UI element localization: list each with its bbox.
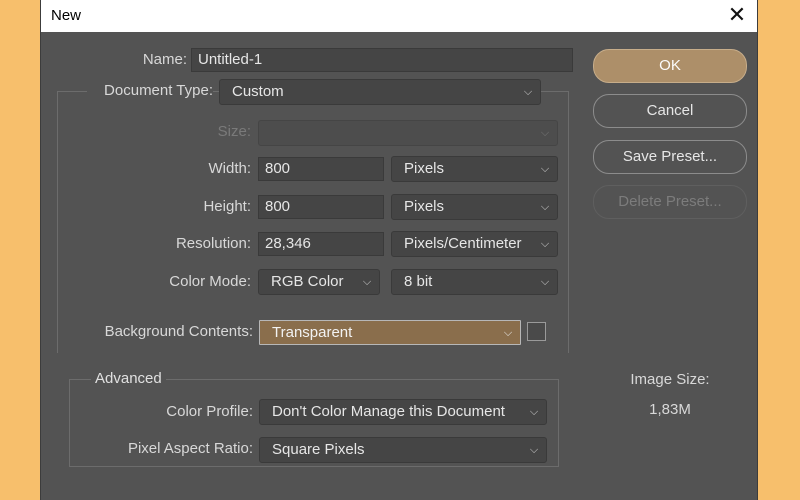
color-profile-label: Color Profile: [166, 403, 253, 420]
width-unit-value: Pixels [404, 160, 445, 177]
chevron-down-icon: ⌵ [529, 444, 539, 456]
pixel-aspect-ratio-select[interactable]: Square Pixels ⌵ [259, 437, 547, 463]
close-icon[interactable]: ✕ [725, 3, 749, 27]
bit-depth-select[interactable]: 8 bit ⌵ [391, 269, 558, 295]
color-profile-value: Don't Color Manage this Document [272, 403, 505, 420]
image-size-value: 1,83M [649, 401, 691, 418]
chevron-down-icon: ⌵ [529, 406, 539, 418]
chevron-down-icon: ⌵ [362, 276, 372, 288]
new-document-dialog: New ✕ Name: Untitled-1 Document Type: Cu… [40, 0, 758, 500]
background-color-swatch[interactable] [527, 322, 546, 341]
size-label: Size: [217, 123, 251, 140]
width-label: Width: [208, 160, 251, 177]
save-preset-button[interactable]: Save Preset... [593, 140, 747, 174]
name-input[interactable]: Untitled-1 [191, 48, 573, 72]
document-type-label: Document Type: [87, 79, 213, 103]
color-mode-label: Color Mode: [169, 273, 251, 290]
pixel-aspect-ratio-label: Pixel Aspect Ratio: [127, 440, 253, 457]
pixel-aspect-ratio-value: Square Pixels [272, 441, 365, 458]
name-label: Name: [142, 51, 187, 68]
chevron-down-icon: ⌵ [503, 327, 513, 339]
background-contents-select[interactable]: Transparent ⌵ [259, 320, 521, 345]
height-unit-value: Pixels [404, 198, 445, 215]
size-select: ⌵ [258, 120, 558, 146]
color-mode-select[interactable]: RGB Color ⌵ [258, 269, 380, 295]
title-bar: New ✕ [41, 0, 757, 32]
width-input[interactable]: 800 [258, 157, 384, 181]
document-type-select[interactable]: Custom ⌵ [219, 79, 541, 105]
background-contents-value: Transparent [272, 324, 353, 341]
color-mode-value: RGB Color [271, 273, 344, 290]
height-label: Height: [203, 198, 251, 215]
resolution-unit-value: Pixels/Centimeter [404, 235, 522, 252]
dialog-title: New [51, 7, 82, 24]
color-profile-select[interactable]: Don't Color Manage this Document ⌵ [259, 399, 547, 425]
height-input[interactable]: 800 [258, 195, 384, 219]
chevron-down-icon: ⌵ [540, 276, 550, 288]
document-type-value: Custom [232, 83, 284, 100]
background-contents-label: Background Contents: [71, 320, 253, 344]
chevron-down-icon: ⌵ [523, 86, 533, 98]
chevron-down-icon: ⌵ [540, 201, 550, 213]
advanced-title: Advanced [91, 370, 166, 387]
image-size-label: Image Size: [630, 371, 710, 388]
resolution-unit-select[interactable]: Pixels/Centimeter ⌵ [391, 231, 558, 257]
chevron-down-icon: ⌵ [540, 238, 550, 250]
chevron-down-icon: ⌵ [540, 127, 550, 139]
width-unit-select[interactable]: Pixels ⌵ [391, 156, 558, 182]
cancel-button[interactable]: Cancel [593, 94, 747, 128]
height-unit-select[interactable]: Pixels ⌵ [391, 194, 558, 220]
resolution-input[interactable]: 28,346 [258, 232, 384, 256]
delete-preset-button: Delete Preset... [593, 185, 747, 219]
resolution-label: Resolution: [175, 235, 251, 252]
ok-button[interactable]: OK [593, 49, 747, 83]
bit-depth-value: 8 bit [404, 273, 433, 290]
chevron-down-icon: ⌵ [540, 163, 550, 175]
